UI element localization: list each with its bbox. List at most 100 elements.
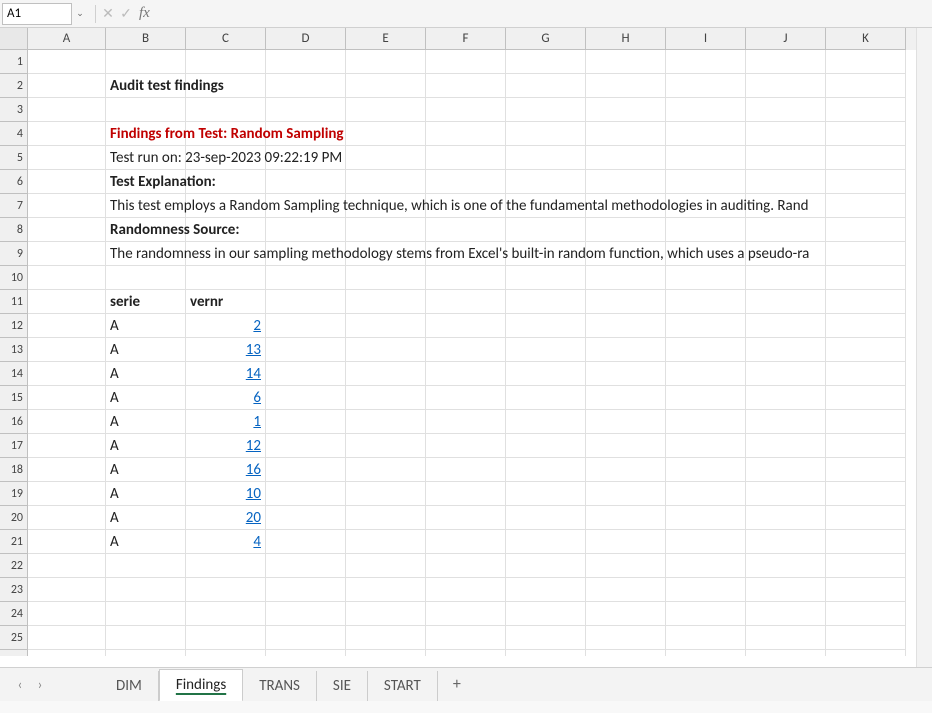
cell-E5[interactable] [346,146,426,170]
row-header-21[interactable]: 21 [0,530,28,554]
cell-B25[interactable] [106,626,186,650]
cell-C13[interactable]: 13 [186,338,266,362]
cell-K23[interactable] [826,578,906,602]
cell-E17[interactable] [346,434,426,458]
row-header-26[interactable]: 26 [0,650,28,656]
cell-B17[interactable]: A [106,434,186,458]
cell-B3[interactable] [106,98,186,122]
cell-G17[interactable] [506,434,586,458]
cell-I22[interactable] [666,554,746,578]
cell-D14[interactable] [266,362,346,386]
cell-H2[interactable] [586,74,666,98]
cell-H12[interactable] [586,314,666,338]
row-header-9[interactable]: 9 [0,242,28,266]
cell-G2[interactable] [506,74,586,98]
cell-E4[interactable] [346,122,426,146]
cell-I19[interactable] [666,482,746,506]
row-header-18[interactable]: 18 [0,458,28,482]
cell-K6[interactable] [826,170,906,194]
cell-D3[interactable] [266,98,346,122]
cell-F11[interactable] [426,290,506,314]
cell-K24[interactable] [826,602,906,626]
cell-B23[interactable] [106,578,186,602]
row-header-25[interactable]: 25 [0,626,28,650]
cell-A10[interactable] [28,266,106,290]
cell-J6[interactable] [746,170,826,194]
cell-H16[interactable] [586,410,666,434]
cell-G1[interactable] [506,50,586,74]
cell-A13[interactable] [28,338,106,362]
cell-G25[interactable] [506,626,586,650]
cell-A11[interactable] [28,290,106,314]
cell-G13[interactable] [506,338,586,362]
fx-icon[interactable]: fx [139,5,150,22]
cell-F23[interactable] [426,578,506,602]
column-header-K[interactable]: K [826,28,906,50]
name-box[interactable]: A1 [2,3,72,25]
row-header-7[interactable]: 7 [0,194,28,218]
cell-F8[interactable] [426,218,506,242]
cell-G24[interactable] [506,602,586,626]
cell-K4[interactable] [826,122,906,146]
cell-D26[interactable] [266,650,346,656]
cell-C19[interactable]: 10 [186,482,266,506]
cell-H23[interactable] [586,578,666,602]
cell-F5[interactable] [426,146,506,170]
cell-K16[interactable] [826,410,906,434]
cell-I13[interactable] [666,338,746,362]
cell-B11[interactable]: serie [106,290,186,314]
cell-H19[interactable] [586,482,666,506]
cell-B7[interactable]: This test employs a Random Sampling tech… [106,194,186,218]
cell-A23[interactable] [28,578,106,602]
cell-G21[interactable] [506,530,586,554]
cell-F14[interactable] [426,362,506,386]
cell-B19[interactable]: A [106,482,186,506]
cell-J10[interactable] [746,266,826,290]
cell-J23[interactable] [746,578,826,602]
sheet-tab-start[interactable]: START [368,671,438,701]
row-header-24[interactable]: 24 [0,602,28,626]
cell-A17[interactable] [28,434,106,458]
cell-B2[interactable]: Audit test findings [106,74,186,98]
cell-H25[interactable] [586,626,666,650]
cell-F1[interactable] [426,50,506,74]
cell-A20[interactable] [28,506,106,530]
cell-G18[interactable] [506,458,586,482]
cell-E14[interactable] [346,362,426,386]
cell-B24[interactable] [106,602,186,626]
cell-K3[interactable] [826,98,906,122]
column-header-J[interactable]: J [746,28,826,50]
cell-K1[interactable] [826,50,906,74]
cell-I1[interactable] [666,50,746,74]
cell-B13[interactable]: A [106,338,186,362]
cell-K17[interactable] [826,434,906,458]
row-header-1[interactable]: 1 [0,50,28,74]
cell-E25[interactable] [346,626,426,650]
cell-D10[interactable] [266,266,346,290]
cell-J4[interactable] [746,122,826,146]
cell-I18[interactable] [666,458,746,482]
cell-K5[interactable] [826,146,906,170]
row-header-22[interactable]: 22 [0,554,28,578]
cell-K9[interactable] [826,242,906,266]
cell-J1[interactable] [746,50,826,74]
cell-A18[interactable] [28,458,106,482]
cell-A2[interactable] [28,74,106,98]
cell-H6[interactable] [586,170,666,194]
row-header-13[interactable]: 13 [0,338,28,362]
cell-K2[interactable] [826,74,906,98]
cell-H15[interactable] [586,386,666,410]
row-header-11[interactable]: 11 [0,290,28,314]
cell-C1[interactable] [186,50,266,74]
cell-A7[interactable] [28,194,106,218]
vertical-scrollbar[interactable] [916,28,932,667]
cell-C20[interactable]: 20 [186,506,266,530]
cell-H21[interactable] [586,530,666,554]
cell-H10[interactable] [586,266,666,290]
cell-K25[interactable] [826,626,906,650]
cell-D18[interactable] [266,458,346,482]
row-header-19[interactable]: 19 [0,482,28,506]
cell-A4[interactable] [28,122,106,146]
row-header-3[interactable]: 3 [0,98,28,122]
cell-G14[interactable] [506,362,586,386]
